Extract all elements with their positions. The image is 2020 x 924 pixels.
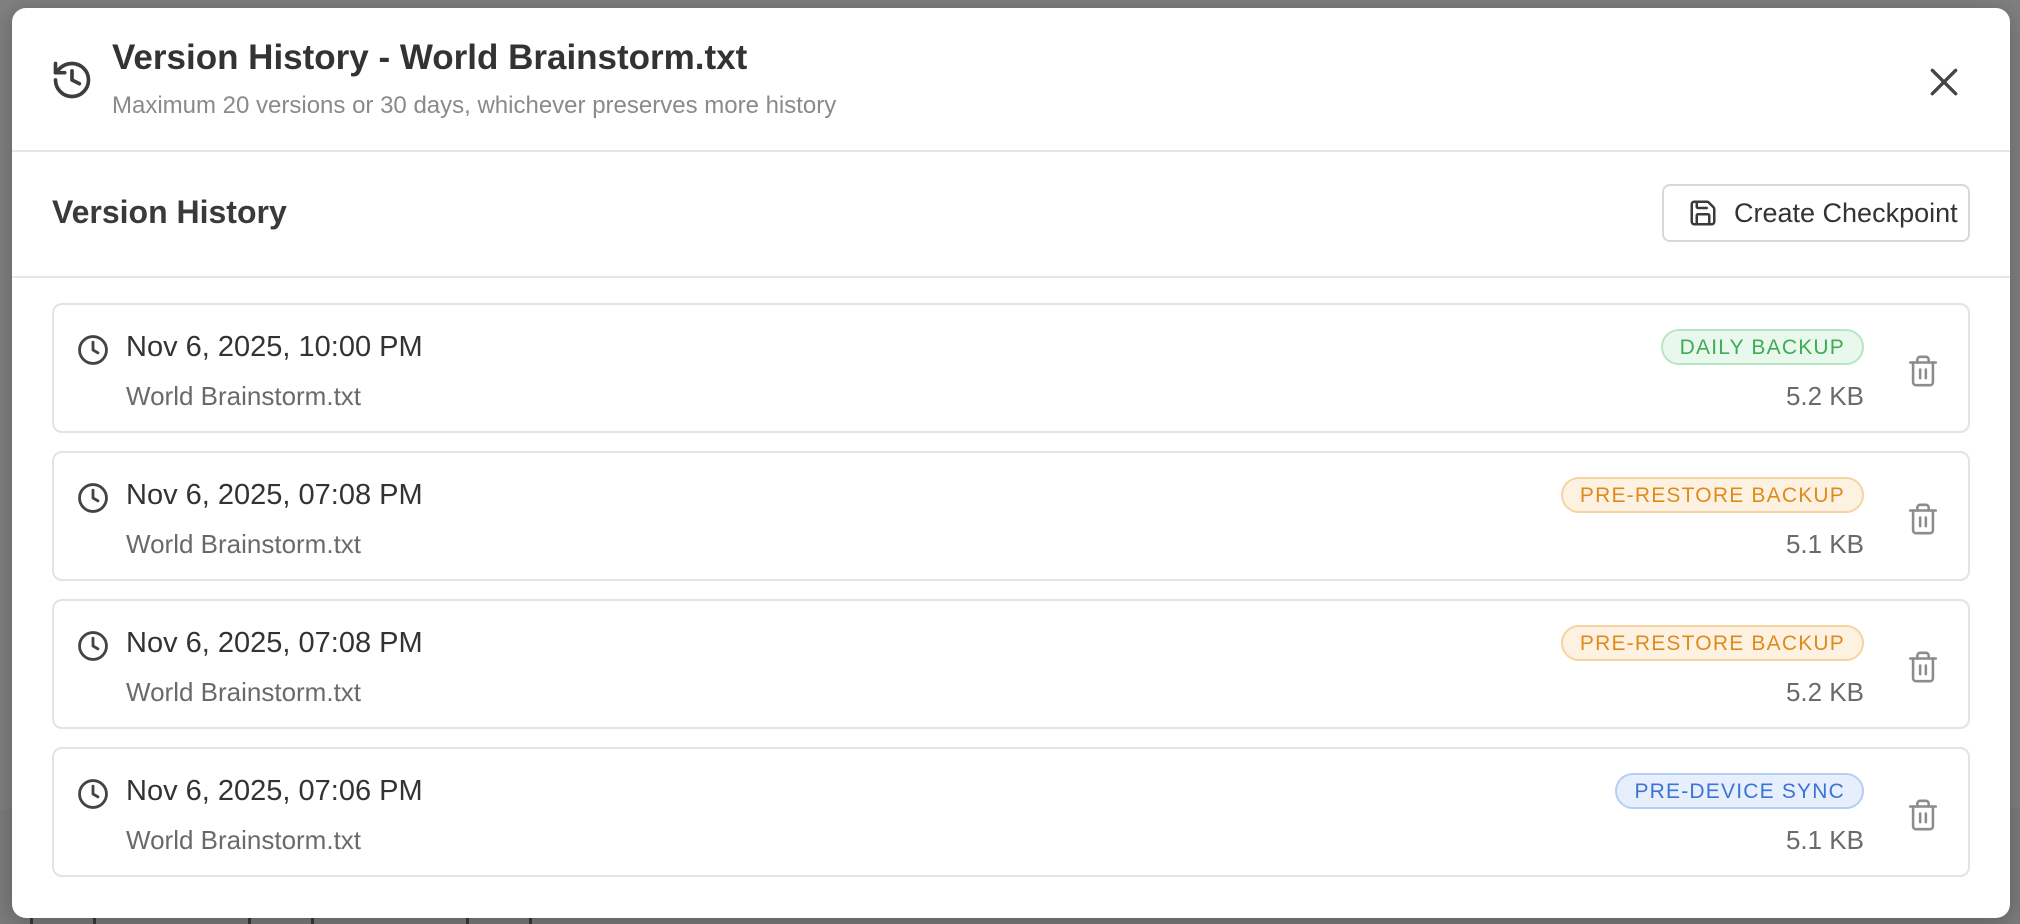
version-timestamp: Nov 6, 2025, 07:08 PM <box>126 479 423 511</box>
version-item[interactable]: Nov 6, 2025, 10:00 PM World Brainstorm.t… <box>52 303 1970 433</box>
save-icon <box>1690 200 1716 226</box>
history-icon <box>53 61 91 99</box>
version-timestamp: Nov 6, 2025, 10:00 PM <box>126 331 423 363</box>
clock-icon <box>78 483 108 513</box>
version-size: 5.1 KB <box>1785 825 1864 855</box>
section-title: Version History <box>52 194 287 230</box>
version-size: 5.2 KB <box>1785 381 1864 411</box>
create-checkpoint-button[interactable]: Create Checkpoint <box>1662 184 1970 242</box>
version-item[interactable]: Nov 6, 2025, 07:08 PM World Brainstorm.t… <box>52 451 1970 581</box>
section-toolbar: Version History Create Checkpoint <box>12 152 2010 278</box>
version-filename: World Brainstorm.txt <box>126 825 362 855</box>
version-type-badge: PRE-RESTORE BACKUP <box>1560 477 1864 513</box>
clock-icon <box>78 779 108 809</box>
version-filename: World Brainstorm.txt <box>126 529 362 559</box>
version-history-dialog: Version History - World Brainstorm.txt M… <box>12 8 2010 918</box>
create-checkpoint-label: Create Checkpoint <box>1734 197 1958 228</box>
trash-icon[interactable] <box>1906 797 1940 833</box>
version-type-badge: DAILY BACKUP <box>1660 329 1864 365</box>
version-type-badge: PRE-DEVICE SYNC <box>1615 773 1864 809</box>
version-item[interactable]: Nov 6, 2025, 07:08 PM World Brainstorm.t… <box>52 599 1970 729</box>
version-size: 5.1 KB <box>1785 529 1864 559</box>
version-filename: World Brainstorm.txt <box>126 381 362 411</box>
version-list: Nov 6, 2025, 10:00 PM World Brainstorm.t… <box>52 303 1970 895</box>
version-filename: World Brainstorm.txt <box>126 677 362 707</box>
dialog-header: Version History - World Brainstorm.txt M… <box>12 8 2010 152</box>
trash-icon[interactable] <box>1906 353 1940 389</box>
version-timestamp: Nov 6, 2025, 07:08 PM <box>126 627 423 659</box>
dialog-title: Version History - World Brainstorm.txt <box>112 38 748 77</box>
version-size: 5.2 KB <box>1785 677 1864 707</box>
version-timestamp: Nov 6, 2025, 07:06 PM <box>126 775 423 807</box>
clock-icon <box>78 335 108 365</box>
version-type-badge: PRE-RESTORE BACKUP <box>1560 625 1864 661</box>
dialog-subtitle: Maximum 20 versions or 30 days, whicheve… <box>112 92 837 119</box>
clock-icon <box>78 631 108 661</box>
close-icon[interactable] <box>1924 62 1964 102</box>
trash-icon[interactable] <box>1906 649 1940 685</box>
version-item[interactable]: Nov 6, 2025, 07:06 PM World Brainstorm.t… <box>52 747 1970 877</box>
trash-icon[interactable] <box>1906 501 1940 537</box>
